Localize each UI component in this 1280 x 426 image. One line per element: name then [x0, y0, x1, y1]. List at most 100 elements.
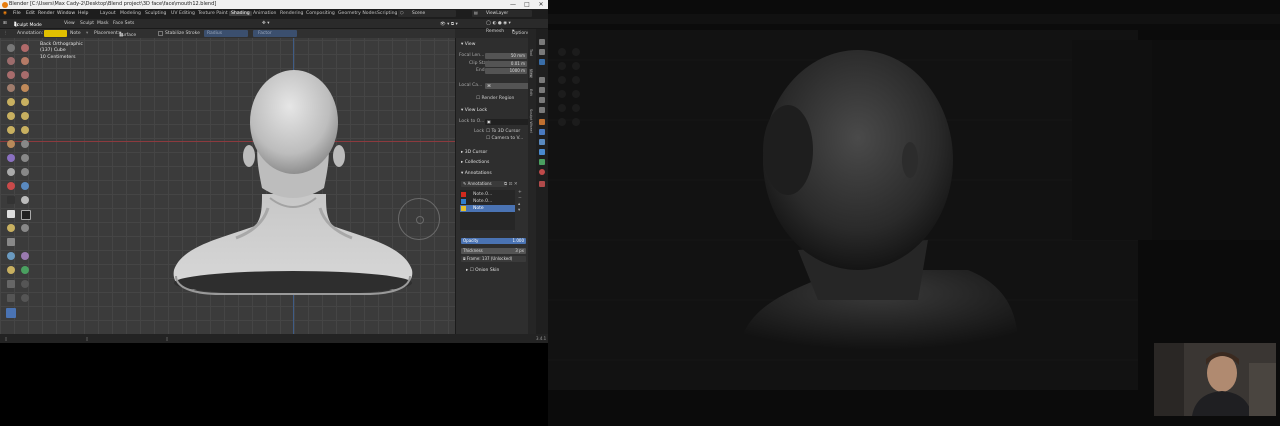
menu-file[interactable]: File: [13, 11, 21, 16]
tab-texture-paint[interactable]: Texture Paint: [198, 11, 228, 16]
scene-properties-icon[interactable]: [539, 87, 545, 93]
onion-skin-header[interactable]: ▸ ☐ Onion Skin: [466, 268, 499, 273]
layer-item-3[interactable]: Note: [473, 206, 484, 211]
boundary-brush-icon[interactable]: [21, 196, 29, 204]
remesh-button[interactable]: Remesh: [486, 29, 504, 34]
multiplane-scrape-brush-icon[interactable]: [21, 126, 29, 134]
thumb-brush-icon[interactable]: [7, 168, 15, 176]
annotations-datablock[interactable]: ✎ Annotations: [461, 181, 507, 187]
slide-relax-brush-icon[interactable]: [7, 196, 15, 204]
annotation-color-swatch[interactable]: [44, 30, 67, 37]
layer-color-blue[interactable]: [461, 199, 466, 204]
tab-compositing[interactable]: Compositing: [306, 11, 335, 16]
scrape-brush-icon[interactable]: [7, 126, 15, 134]
menu-face-sets[interactable]: Face Sets: [113, 21, 134, 26]
layer-list-controls[interactable]: + − ▴ ▾: [518, 190, 522, 214]
collection-properties-icon[interactable]: [539, 107, 545, 113]
layer-item-2[interactable]: Note.0...: [473, 199, 492, 204]
material-properties-icon[interactable]: [539, 169, 545, 175]
view-layer-properties-icon[interactable]: [539, 77, 545, 83]
tab-tool[interactable]: Tool: [529, 49, 533, 56]
transform-tool-icon[interactable]: [21, 294, 29, 302]
tool-properties-icon[interactable]: [539, 39, 545, 45]
inflate-brush-icon[interactable]: [7, 84, 15, 92]
tab-rendering[interactable]: Rendering: [280, 11, 303, 16]
render-properties-icon[interactable]: [539, 49, 545, 55]
focal-length-field[interactable]: 50 mm: [485, 53, 527, 59]
simplify-brush-icon[interactable]: [21, 210, 31, 220]
nudge-brush-icon[interactable]: [7, 182, 15, 190]
tab-geometry-nodes[interactable]: Geometry Nodes: [338, 11, 377, 16]
world-properties-icon[interactable]: [539, 97, 545, 103]
annotation-layer-name[interactable]: Note: [70, 31, 81, 36]
cloth-brush-icon[interactable]: [7, 210, 15, 218]
elastic-deform-brush-icon[interactable]: [7, 154, 15, 162]
local-camera-field[interactable]: ⌘: [485, 83, 529, 89]
tab-scripting[interactable]: Scripting: [377, 11, 397, 16]
rotate-tool-icon[interactable]: [21, 280, 29, 288]
placement-dropdown[interactable]: ▦ Surface ▾: [119, 31, 136, 38]
menu-help[interactable]: Help: [78, 11, 88, 16]
draw-sharp-brush-icon[interactable]: [21, 44, 29, 52]
draw-brush-icon[interactable]: [7, 44, 15, 52]
smooth-brush-icon[interactable]: [21, 98, 29, 106]
box-face-set-icon[interactable]: [7, 252, 15, 260]
menu-edit[interactable]: Edit: [26, 11, 35, 16]
tab-sculpt-wheel[interactable]: Sculpt Wheel: [529, 109, 533, 133]
flatten-brush-icon[interactable]: [7, 112, 15, 120]
move-tool-icon[interactable]: [7, 280, 15, 288]
scale-tool-icon[interactable]: [7, 294, 15, 302]
tab-layout[interactable]: Layout: [100, 11, 116, 16]
lock-camera-to-view-checkbox[interactable]: ☐ Camera to V...: [486, 136, 523, 141]
tool-header-menu-icon[interactable]: ⋮: [3, 31, 8, 36]
menu-render[interactable]: Render: [38, 11, 54, 16]
draw-face-sets-icon[interactable]: [21, 224, 29, 232]
physics-properties-icon[interactable]: [539, 149, 545, 155]
layer-color-red[interactable]: [461, 192, 466, 197]
tab-edit[interactable]: Edit: [529, 89, 533, 96]
sculpt-bust-back[interactable]: [0, 38, 455, 334]
texture-properties-icon[interactable]: [539, 181, 545, 187]
snake-hook-brush-icon[interactable]: [21, 154, 29, 162]
collections-header[interactable]: ▸ Collections: [461, 160, 489, 165]
tab-sculpting[interactable]: Sculpting: [145, 11, 166, 16]
stabilize-checkbox[interactable]: [158, 31, 163, 36]
rotate-brush-icon[interactable]: [21, 182, 29, 190]
view-layer-selector[interactable]: ▤ ViewLayer: [472, 10, 532, 17]
blender-menu-icon[interactable]: ◉: [3, 11, 7, 16]
minimize-button[interactable]: —: [506, 0, 520, 9]
transform-pivot-icon[interactable]: ✥ ▾: [262, 21, 269, 26]
box-trim-icon[interactable]: [21, 252, 29, 260]
clay-strips-brush-icon[interactable]: [21, 57, 29, 65]
viewport-options-icons[interactable]: 👁 ▾ ⧉ ▾: [440, 21, 458, 27]
clay-brush-icon[interactable]: [7, 57, 15, 65]
crease-brush-icon[interactable]: [7, 98, 15, 106]
pose-brush-icon[interactable]: [21, 168, 29, 176]
grab-brush-icon[interactable]: [21, 140, 29, 148]
menu-window[interactable]: Window: [57, 11, 75, 16]
constraint-properties-icon[interactable]: [539, 159, 545, 165]
view-panel-header[interactable]: ▾ View: [461, 42, 475, 47]
fill-brush-icon[interactable]: [21, 112, 29, 120]
view-lock-header[interactable]: ▾ View Lock: [461, 108, 487, 113]
lock-to-object-field[interactable]: ▣: [485, 119, 529, 125]
layer-color-yellow[interactable]: [461, 206, 466, 211]
clay-thumb-brush-icon[interactable]: [7, 71, 15, 79]
options-menu[interactable]: Options ▾: [512, 29, 529, 36]
tab-shading[interactable]: Shading: [229, 11, 252, 16]
navigation-gizmo[interactable]: [398, 198, 440, 240]
3d-cursor-header[interactable]: ▸ 3D Cursor: [461, 150, 487, 155]
output-properties-icon[interactable]: [539, 59, 545, 65]
menu-mask[interactable]: Mask: [97, 21, 109, 26]
close-button[interactable]: ✕: [534, 0, 548, 9]
maximize-button[interactable]: □: [520, 0, 534, 9]
scene-selector[interactable]: ⬡ Scene: [398, 10, 456, 17]
render-region-checkbox[interactable]: ☐ Render Region: [476, 96, 514, 101]
annotate-tool-icon[interactable]: [6, 308, 16, 318]
layer-dropdown-icon[interactable]: ▾: [86, 31, 88, 36]
tab-view[interactable]: View: [529, 69, 533, 78]
line-project-icon[interactable]: [7, 266, 15, 274]
3d-viewport[interactable]: Back Orthographic (137) Cube 10 Centimet…: [0, 38, 455, 334]
modifier-properties-icon[interactable]: [539, 129, 545, 135]
tab-modeling[interactable]: Modeling: [120, 11, 141, 16]
